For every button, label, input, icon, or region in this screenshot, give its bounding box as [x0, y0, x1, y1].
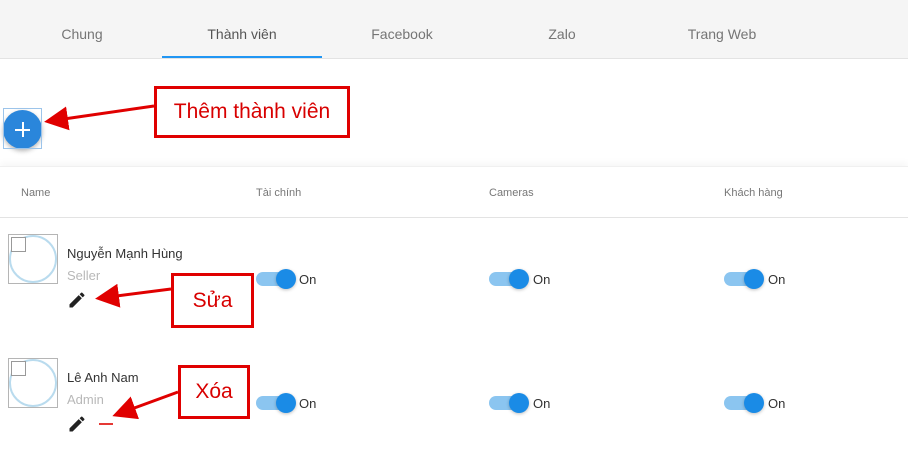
annotation-edit: Sửa: [171, 273, 254, 328]
toggle-label: On: [768, 272, 786, 287]
select-checkbox[interactable]: [11, 237, 26, 252]
member-role: Seller: [67, 268, 101, 283]
edit-icon[interactable]: [67, 414, 87, 434]
table-header: Name Tài chính Cameras Khách hàng: [0, 166, 908, 218]
toggle-khach-hang[interactable]: [724, 393, 764, 413]
edit-icon[interactable]: [67, 290, 87, 310]
member-name: Nguyễn Mạnh Hùng: [67, 246, 183, 261]
annotation-delete: Xóa: [178, 365, 250, 419]
toggle-tai-chinh[interactable]: [256, 269, 296, 289]
add-member-button[interactable]: [3, 110, 42, 149]
tab-chung[interactable]: Chung: [2, 0, 162, 58]
tab-thanh-vien[interactable]: Thành viên: [162, 0, 322, 58]
toggle-tai-chinh[interactable]: [256, 393, 296, 413]
toggle-label: On: [768, 396, 786, 411]
tab-zalo[interactable]: Zalo: [482, 0, 642, 58]
member-name: Lê Anh Nam: [67, 370, 139, 385]
header-tai-chinh: Tài chính: [256, 187, 302, 199]
remove-icon[interactable]: [99, 423, 113, 425]
header-cameras: Cameras: [489, 187, 534, 199]
avatar: [8, 234, 58, 284]
header-name: Name: [21, 187, 51, 199]
select-checkbox[interactable]: [11, 361, 26, 376]
toggle-label: On: [533, 396, 551, 411]
toggle-cameras[interactable]: [489, 393, 529, 413]
toggle-label: On: [533, 272, 551, 287]
header-khach-hang: Khách hàng: [724, 187, 783, 199]
tab-bar: Chung Thành viên Facebook Zalo Trang Web: [0, 0, 908, 59]
active-tab-indicator: [162, 56, 322, 58]
avatar: [8, 358, 58, 408]
toggle-khach-hang[interactable]: [724, 269, 764, 289]
toggle-cameras[interactable]: [489, 269, 529, 289]
tab-facebook[interactable]: Facebook: [322, 0, 482, 58]
toggle-label: On: [299, 272, 317, 287]
tab-trang-web[interactable]: Trang Web: [642, 0, 802, 58]
toggle-label: On: [299, 396, 317, 411]
annotation-add-member: Thêm thành viên: [154, 86, 350, 138]
member-role: Admin: [67, 392, 104, 407]
